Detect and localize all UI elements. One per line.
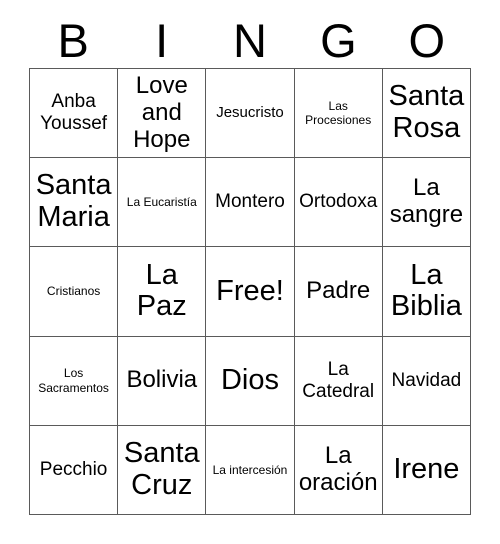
bingo-cell-label: La Biblia xyxy=(390,258,462,323)
bingo-cell-label: Ortodoxa xyxy=(299,191,378,213)
bingo-cell-label: Love and Hope xyxy=(133,71,191,153)
bingo-cell-r1c5[interactable]: Santa Rosa xyxy=(382,69,471,159)
bingo-cell-label: La Catedral xyxy=(302,358,375,402)
bingo-cell-label: Cristianos xyxy=(46,284,101,299)
bingo-cell-r5c5[interactable]: Irene xyxy=(382,425,471,515)
bingo-cell-label: Los Sacramentos xyxy=(38,366,109,395)
bingo-cell-r3c1[interactable]: Cristianos xyxy=(30,247,119,337)
bingo-cell-label: Bolivia xyxy=(126,366,198,394)
bingo-cell-r5c3[interactable]: La intercesión xyxy=(206,425,295,515)
bingo-cell-r3c5[interactable]: La Biblia xyxy=(382,247,471,337)
bingo-cell-r2c1[interactable]: Santa Maria xyxy=(30,158,119,248)
bingo-cell-label: Jesucristo xyxy=(216,104,284,122)
bingo-cell-r3c2[interactable]: La Paz xyxy=(118,247,207,337)
bingo-cell-r3c4[interactable]: Padre xyxy=(294,247,383,337)
bingo-header-letter-i: I xyxy=(155,13,169,67)
bingo-cell-label: Santa Cruz xyxy=(123,437,200,501)
bingo-cell-r5c1[interactable]: Pecchio xyxy=(30,425,119,515)
bingo-cell-label: Dios xyxy=(220,363,279,396)
bingo-cell-label: Irene xyxy=(393,452,460,485)
bingo-cell-label: Padre xyxy=(306,277,371,305)
bingo-cell-r2c4[interactable]: Ortodoxa xyxy=(294,158,383,248)
bingo-cell-label: Las Procesiones xyxy=(305,98,372,128)
bingo-cell-r2c2[interactable]: La Eucaristía xyxy=(118,158,207,248)
bingo-header-letter-o: O xyxy=(408,13,446,67)
bingo-cell-r5c2[interactable]: Santa Cruz xyxy=(118,425,207,515)
bingo-cell-label: Santa Maria xyxy=(35,169,112,234)
bingo-cell-r4c4[interactable]: La Catedral xyxy=(294,336,383,426)
bingo-cell-label: Santa Rosa xyxy=(388,80,465,145)
bingo-header-letter-n: N xyxy=(233,13,267,67)
bingo-header-letter-g: G xyxy=(320,13,357,67)
bingo-free-space-label: Free! xyxy=(216,274,284,307)
bingo-cell-r2c3[interactable]: Montero xyxy=(206,158,295,248)
bingo-cell-label: La oración xyxy=(298,442,378,496)
bingo-cell-r4c5[interactable]: Navidad xyxy=(382,336,471,426)
bingo-cell-label: Navidad xyxy=(391,369,462,391)
bingo-cell-label: Montero xyxy=(215,191,285,213)
bingo-cell-label: La Eucaristía xyxy=(126,195,197,210)
bingo-cell-r5c4[interactable]: La oración xyxy=(294,425,383,515)
bingo-grid: Anba Youssef Love and Hope Jesucristo La… xyxy=(29,68,471,515)
bingo-cell-r1c2[interactable]: Love and Hope xyxy=(118,69,207,159)
bingo-cell-r1c1[interactable]: Anba Youssef xyxy=(30,69,119,159)
bingo-cell-r1c3[interactable]: Jesucristo xyxy=(206,69,295,159)
bingo-cell-label: La intercesión xyxy=(212,462,288,477)
bingo-cell-r4c1[interactable]: Los Sacramentos xyxy=(30,336,119,426)
bingo-cell-free-space[interactable]: Free! xyxy=(206,247,295,337)
bingo-cell-r4c2[interactable]: Bolivia xyxy=(118,336,207,426)
bingo-cell-r1c4[interactable]: Las Procesiones xyxy=(294,69,383,159)
bingo-cell-label: Pecchio xyxy=(39,458,108,480)
bingo-cell-label: Anba Youssef xyxy=(40,91,108,135)
bingo-header-row: B I N G O xyxy=(29,12,471,68)
bingo-card: B I N G O Anba Youssef Love and Hope Jes… xyxy=(0,0,500,544)
bingo-header-letter-b: B xyxy=(57,13,89,67)
bingo-cell-r2c5[interactable]: La sangre xyxy=(382,158,471,248)
bingo-cell-label: La sangre xyxy=(389,174,464,229)
bingo-cell-r4c3[interactable]: Dios xyxy=(206,336,295,426)
bingo-cell-label: La Paz xyxy=(136,258,187,323)
